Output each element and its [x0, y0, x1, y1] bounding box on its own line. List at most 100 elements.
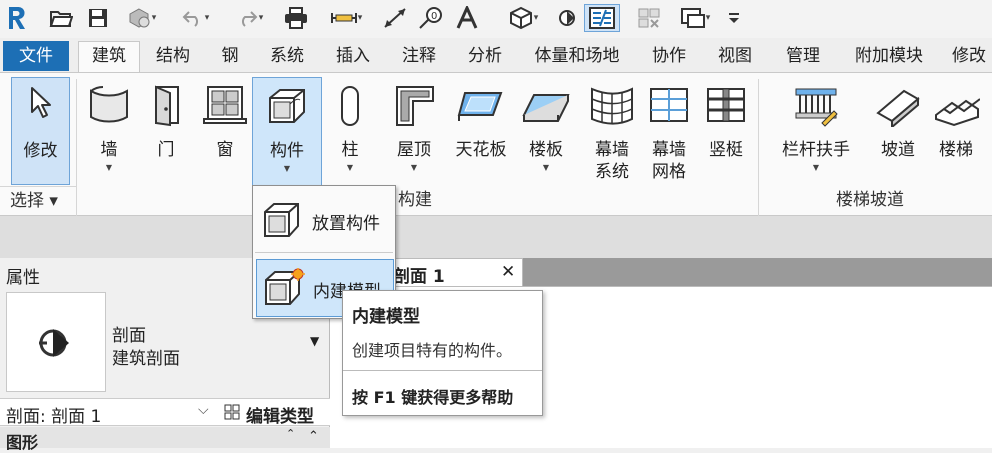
- railing-button[interactable]: 栏杆扶手 ▼: [776, 77, 856, 185]
- edit-type-button[interactable]: 编辑类型: [224, 402, 324, 427]
- save-icon[interactable]: [86, 4, 110, 32]
- close-hidden-icon[interactable]: [634, 4, 664, 32]
- tag-icon[interactable]: 0: [416, 4, 446, 32]
- ramp-button[interactable]: 坡道: [872, 77, 924, 185]
- curtain-grid-icon: [647, 83, 691, 131]
- roof-button[interactable]: 屋顶 ▼: [384, 77, 444, 185]
- column-button[interactable]: 柱 ▼: [326, 77, 374, 185]
- instance-chevron-icon[interactable]: ⌵: [198, 402, 209, 418]
- redo-icon[interactable]: ▾: [226, 4, 272, 32]
- view-tab-title: 剖面 1: [393, 267, 445, 287]
- floor-label: 楼板: [529, 140, 563, 160]
- 3d-view-icon[interactable]: ▾: [500, 4, 546, 32]
- type-name: 建筑剖面: [112, 349, 180, 369]
- component-button[interactable]: 构件 ▼: [252, 77, 322, 189]
- railing-dropdown-icon: ▼: [812, 163, 820, 172]
- undo-icon[interactable]: ▾: [172, 4, 218, 32]
- tab-insert[interactable]: 插入: [326, 43, 380, 70]
- panel-divider: [758, 79, 759, 217]
- door-icon: [146, 83, 186, 131]
- column-icon: [336, 83, 364, 133]
- quick-access-toolbar: ▾ ▾ ▾ ▾ 0 ▾ ▾: [0, 0, 992, 38]
- menu-item-place-component[interactable]: 放置构件: [256, 192, 392, 248]
- curtain-grid-button[interactable]: 幕墙 网格: [642, 77, 696, 185]
- inplace-model-icon: [262, 267, 306, 312]
- component-dropdown-icon: ▼: [283, 164, 291, 173]
- tab-architecture[interactable]: 建筑: [78, 41, 140, 73]
- ribbon-panel: 修改 墙 ▼ 门 窗 构件 ▼ 柱 ▼ 屋顶 ▼ 天花板 楼板 ▼ 幕墙 系统 …: [0, 72, 992, 217]
- view-tab-strip: [523, 258, 992, 286]
- tooltip-help-hint: 按 F1 键获得更多帮助: [352, 388, 514, 407]
- sync-icon[interactable]: ▾: [118, 4, 164, 32]
- instance-value: 剖面: 剖面 1: [6, 407, 102, 427]
- group-label: 图形: [6, 433, 39, 452]
- column-label: 柱: [341, 140, 359, 160]
- print-icon[interactable]: [282, 4, 310, 32]
- edit-type-icon: [224, 404, 240, 420]
- wall-button[interactable]: 墙 ▼: [82, 77, 136, 185]
- mullion-icon: [704, 83, 748, 131]
- menu-divider: [255, 252, 393, 253]
- properties-group-graphics[interactable]: 图形 ⌃ ⌃: [0, 427, 330, 452]
- stair-label: 楼梯: [939, 140, 973, 160]
- place-component-icon: [261, 200, 305, 244]
- curtain-system-label: 幕墙 系统: [595, 140, 629, 182]
- tab-manage[interactable]: 管理: [774, 43, 832, 70]
- tab-structure[interactable]: 结构: [146, 43, 200, 70]
- type-selector-chevron-icon[interactable]: ▼: [310, 334, 319, 348]
- modify-button[interactable]: 修改: [11, 77, 70, 185]
- modify-label: 修改: [23, 141, 58, 161]
- measure-icon[interactable]: ▾: [322, 4, 370, 32]
- ribbon-tab-bar: 文件 建筑 结构 钢 系统 插入 注释 分析 体量和场地 协作 视图 管理 附加…: [0, 38, 992, 73]
- panel-label-select[interactable]: 选择 ▾: [0, 186, 76, 214]
- component-label: 构件: [270, 141, 304, 161]
- door-button[interactable]: 门: [140, 77, 192, 185]
- ceiling-label: 天花板: [455, 140, 507, 160]
- revit-logo-icon[interactable]: [4, 4, 30, 32]
- tab-view[interactable]: 视图: [708, 43, 762, 70]
- component-icon: [264, 84, 310, 132]
- tab-systems[interactable]: 系统: [260, 43, 314, 70]
- tab-modify[interactable]: 修改: [946, 43, 992, 70]
- window-button[interactable]: 窗: [198, 77, 252, 185]
- close-icon[interactable]: ✕: [501, 262, 515, 282]
- place-component-label: 放置构件: [312, 214, 380, 234]
- section-icon[interactable]: [554, 4, 580, 32]
- tab-steel[interactable]: 钢: [212, 43, 248, 70]
- mullion-button[interactable]: 竖梃: [700, 77, 752, 185]
- tab-annotate[interactable]: 注释: [392, 43, 446, 70]
- panel-label-build: 构建: [398, 190, 432, 210]
- tab-massing-site[interactable]: 体量和场地: [524, 43, 630, 70]
- column-dropdown-icon: ▼: [346, 163, 354, 172]
- ceiling-icon: [457, 83, 505, 131]
- tab-addins[interactable]: 附加模块: [844, 43, 934, 70]
- stair-icon: [932, 83, 981, 131]
- floor-button[interactable]: 楼板 ▼: [518, 77, 574, 185]
- text-icon[interactable]: [454, 4, 480, 32]
- floor-dropdown-icon: ▼: [542, 163, 550, 172]
- roof-label: 屋顶: [397, 140, 431, 160]
- scroll-up-icon[interactable]: ⌃: [308, 429, 319, 444]
- curtain-system-button[interactable]: 幕墙 系统: [584, 77, 640, 185]
- properties-title: 属性: [6, 268, 40, 288]
- curtain-system-icon: [588, 83, 636, 131]
- options-bar: [0, 216, 992, 258]
- type-family: 剖面: [112, 326, 146, 346]
- railing-icon: [792, 83, 840, 131]
- thin-lines-icon[interactable]: [584, 4, 620, 32]
- tooltip-description: 创建项目特有的构件。: [352, 341, 513, 360]
- tab-analyze[interactable]: 分析: [458, 43, 512, 70]
- open-icon[interactable]: [48, 4, 74, 32]
- tab-collaborate[interactable]: 协作: [642, 43, 696, 70]
- wall-icon: [87, 83, 131, 131]
- customize-qat-icon[interactable]: [724, 4, 744, 32]
- collapse-icon[interactable]: ⌃: [286, 427, 295, 440]
- stair-button[interactable]: 楼梯: [928, 77, 984, 185]
- mullion-label: 竖梃: [709, 140, 743, 160]
- door-label: 门: [157, 140, 175, 160]
- wall-label: 墙: [100, 140, 118, 160]
- aligned-dimension-icon[interactable]: [380, 4, 410, 32]
- ceiling-button[interactable]: 天花板: [450, 77, 512, 185]
- tab-file[interactable]: 文件: [3, 41, 69, 71]
- switch-windows-icon[interactable]: ▾: [670, 4, 720, 32]
